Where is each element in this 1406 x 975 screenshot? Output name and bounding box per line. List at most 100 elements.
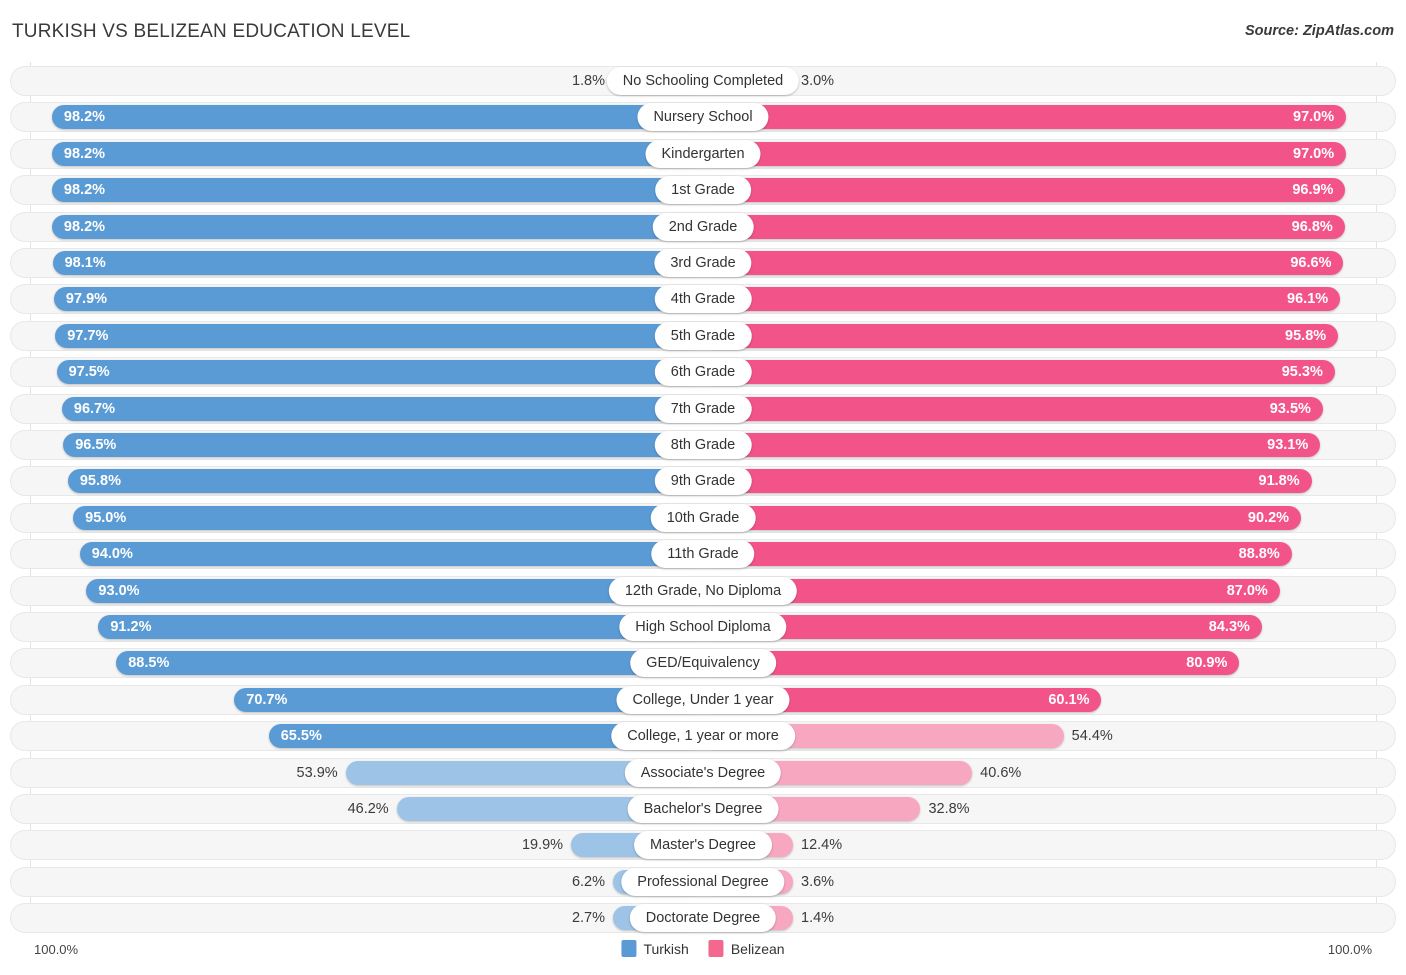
value-label-turkish: 19.9% [521, 837, 564, 854]
category-label: 3rd Grade [654, 249, 752, 277]
chart-row: 46.2% 32.8% Bachelor's Degree [10, 794, 1396, 824]
bar-turkish [52, 251, 703, 275]
chart-row: 53.9% 40.6% Associate's Degree [10, 757, 1396, 788]
category-label: 10th Grade [650, 503, 756, 532]
value-label-turkish: 46.2% [347, 801, 389, 817]
bar-turkish [73, 505, 703, 530]
chart-row: 70.7% 60.1% College, Under 1 year [10, 684, 1396, 715]
bar-belizean [703, 323, 1339, 348]
category-label: 7th Grade [654, 394, 752, 423]
bar-turkish [53, 287, 703, 312]
value-label-turkish: 93.0% [98, 582, 140, 599]
chart-row: 97.5% 95.3% 6th Grade [10, 357, 1396, 388]
bar-turkish [79, 542, 703, 567]
value-label-belizean: 12.4% [801, 837, 843, 854]
source-attribution: Source: ZipAtlas.com [1244, 23, 1394, 39]
value-label-turkish: 98.2% [63, 218, 106, 235]
value-label-belizean: 93.5% [1269, 400, 1311, 417]
legend-item-belizean[interactable]: Belizean [708, 940, 785, 957]
bar-belizean [703, 178, 1346, 203]
bar-belizean [703, 287, 1341, 312]
chart-row: 94.0% 88.8% 11th Grade [10, 539, 1396, 570]
value-label-turkish: 98.2% [63, 109, 106, 126]
bar-turkish [63, 433, 703, 457]
value-label-belizean: 96.6% [1290, 255, 1332, 271]
value-label-belizean: 93.1% [1267, 437, 1309, 453]
chart-row: 98.2% 96.9% 1st Grade [10, 175, 1396, 206]
value-label-belizean: 88.8% [1238, 546, 1280, 563]
legend-swatch-icon [708, 940, 724, 957]
chart-footer: 100.0% Turkish Belizean 100.0% [0, 938, 1406, 975]
value-label-turkish: 2.7% [571, 910, 605, 927]
chart-row: 96.7% 93.5% 7th Grade [10, 393, 1396, 424]
category-label: 8th Grade [654, 431, 752, 459]
chart-row: 98.2% 97.0% Kindergarten [10, 138, 1396, 169]
bar-turkish [67, 469, 703, 494]
category-label: Doctorate Degree [629, 904, 777, 933]
bar-belizean [703, 505, 1302, 530]
value-label-turkish: 96.7% [73, 400, 115, 417]
chart-row: 98.1% 96.6% 3rd Grade [10, 248, 1396, 278]
chart-row: 6.2% 3.6% Professional Degree [10, 866, 1396, 897]
value-label-turkish: 95.0% [85, 509, 127, 526]
value-label-turkish: 70.7% [246, 691, 288, 708]
value-label-belizean: 97.0% [1293, 109, 1335, 126]
value-label-turkish: 65.5% [280, 728, 322, 745]
value-label-belizean: 95.8% [1285, 327, 1327, 344]
value-label-turkish: 97.5% [68, 364, 110, 381]
bar-belizean [703, 615, 1262, 639]
chart-row: 96.5% 93.1% 8th Grade [10, 430, 1396, 460]
chart-row: 95.8% 91.8% 9th Grade [10, 466, 1396, 497]
value-label-belizean: 84.3% [1208, 619, 1250, 635]
value-label-belizean: 96.9% [1292, 182, 1334, 199]
bar-turkish [51, 178, 703, 203]
value-label-turkish: 98.2% [63, 182, 106, 199]
category-label: College, 1 year or more [611, 722, 795, 751]
value-label-turkish: 53.9% [296, 764, 338, 781]
category-label: 5th Grade [654, 321, 752, 350]
bar-belizean [703, 396, 1323, 421]
chart-row: 91.2% 84.3% High School Diploma [10, 612, 1396, 642]
chart-legend: Turkish Belizean [621, 940, 785, 957]
category-label: 2nd Grade [652, 212, 754, 241]
chart-row: 95.0% 90.2% 10th Grade [10, 502, 1396, 533]
legend-label: Belizean [730, 940, 785, 957]
value-label-turkish: 94.0% [91, 546, 133, 563]
value-label-turkish: 98.1% [64, 255, 106, 271]
category-label: 6th Grade [654, 358, 752, 387]
bar-turkish [51, 141, 703, 166]
chart-row: 88.5% 80.9% GED/Equivalency [10, 648, 1396, 679]
value-label-belizean: 3.0% [801, 73, 835, 89]
category-label: Nursery School [637, 103, 769, 132]
value-label-belizean: 87.0% [1226, 582, 1268, 599]
category-label: 11th Grade [651, 540, 755, 569]
chart-header: TURKISH VS BELIZEAN EDUCATION LEVEL Sour… [0, 0, 1406, 62]
chart-row: 1.8% 3.0% No Schooling Completed [10, 66, 1396, 96]
value-label-turkish: 88.5% [128, 655, 170, 672]
category-label: Associate's Degree [624, 758, 782, 787]
value-label-belizean: 96.1% [1287, 291, 1329, 308]
bar-belizean [703, 251, 1344, 275]
category-label: No Schooling Completed [606, 67, 800, 95]
value-label-belizean: 3.6% [801, 873, 835, 890]
bar-belizean [703, 469, 1312, 494]
value-label-belizean: 96.8% [1291, 218, 1333, 235]
value-label-turkish: 1.8% [571, 73, 605, 89]
chart-row: 65.5% 54.4% College, 1 year or more [10, 721, 1396, 752]
category-label: 1st Grade [655, 176, 751, 205]
value-label-belizean: 40.6% [980, 764, 1022, 781]
category-label: Professional Degree [621, 867, 785, 896]
chart-row: 19.9% 12.4% Master's Degree [10, 830, 1396, 861]
bar-belizean [703, 141, 1347, 166]
category-label: College, Under 1 year [616, 685, 790, 714]
category-label: 12th Grade, No Diploma [608, 576, 798, 605]
chart-row: 93.0% 87.0% 12th Grade, No Diploma [10, 575, 1396, 606]
legend-swatch-icon [621, 940, 637, 957]
bar-belizean [703, 433, 1321, 457]
category-label: 4th Grade [654, 285, 752, 314]
value-label-turkish: 97.7% [67, 327, 109, 344]
bar-turkish [51, 105, 703, 130]
category-label: Master's Degree [634, 831, 772, 860]
value-label-belizean: 60.1% [1048, 691, 1090, 708]
legend-item-turkish[interactable]: Turkish [621, 940, 689, 957]
